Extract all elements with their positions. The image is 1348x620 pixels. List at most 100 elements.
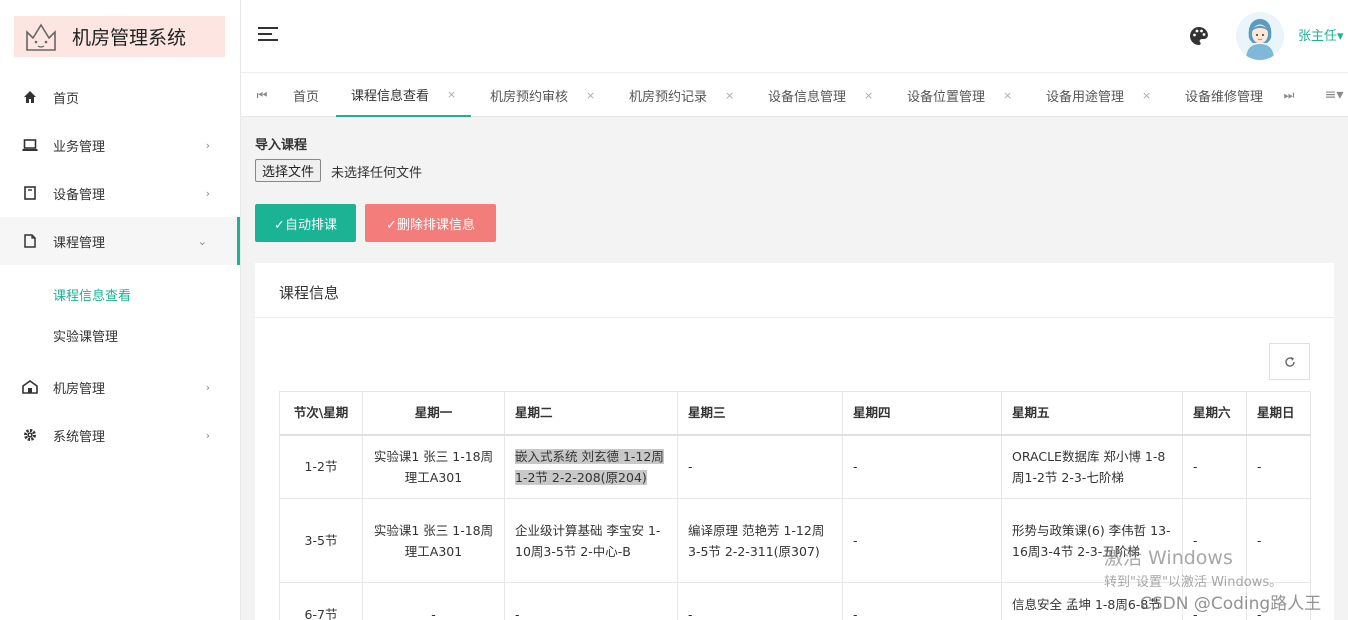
table-cell: -	[504, 582, 678, 620]
chevron-right-icon: ›	[205, 186, 210, 200]
table-cell: 3-5节	[279, 498, 363, 583]
table-cell: 实验课1 张三 1-18周 理工A301	[362, 434, 505, 499]
table-cell: -	[1246, 582, 1311, 620]
table-cell: 形势与政策课(6) 李伟哲 13-16周3-4节 2-3-五阶梯	[1001, 498, 1183, 583]
schedule-table: 节次\星期 星期一 星期二 星期三 星期四 星期五 星期六 星期日 1-2节 实…	[279, 391, 1311, 620]
table-cell: -	[842, 582, 1002, 620]
delete-schedule-button[interactable]: ✓删除排课信息	[365, 204, 496, 242]
refresh-icon	[1284, 356, 1295, 367]
column-header[interactable]: 节次\星期	[279, 391, 363, 436]
sidebar-item-label: 系统管理	[53, 429, 106, 445]
close-icon[interactable]: ×	[1003, 89, 1012, 102]
import-course-label: 导入课程	[255, 138, 308, 153]
table-cell: -	[1246, 498, 1311, 583]
sidebar-item-lab-rooms[interactable]: 机房管理 ›	[0, 363, 240, 411]
table-cell: ORACLE数据库 郑小博 1-8周1-2节 2-3-七阶梯	[1001, 434, 1183, 499]
palette-icon[interactable]	[1189, 26, 1209, 46]
table-cell: 1-2节	[279, 434, 363, 499]
tab-label: 机房预约记录	[629, 89, 708, 105]
close-icon[interactable]: ×	[725, 89, 734, 102]
building-icon	[22, 379, 38, 395]
user-avatar[interactable]	[1236, 12, 1284, 60]
close-icon[interactable]: ×	[1142, 89, 1151, 102]
column-header[interactable]: 星期日	[1246, 391, 1311, 436]
table-cell: 企业级计算基础 李宝安 1-10周3-5节 2-中心-B	[504, 498, 678, 583]
sidebar-item-system[interactable]: 系统管理 ›	[0, 411, 240, 459]
tab-device-info[interactable]: 设备信息管理 ×	[768, 73, 873, 117]
chevron-right-icon: ›	[205, 138, 210, 152]
selected-text: 嵌入式系统 刘玄德 1-12周1-2节 2-2-208(原204)	[515, 448, 664, 485]
tab-bar: ⏮ 首页 课程信息查看 × 机房预约审核 × 机房预约记录 × 设备信息管理 ×…	[241, 72, 1348, 117]
close-icon[interactable]: ×	[447, 88, 456, 101]
table-row: 3-5节 实验课1 张三 1-18周 理工A301 企业级计算基础 李宝安 1-…	[279, 498, 1311, 583]
table-cell: -	[362, 582, 505, 620]
tab-device-usage[interactable]: 设备用途管理 ×	[1046, 73, 1151, 117]
file-icon	[22, 233, 38, 249]
choose-file-button[interactable]: 选择文件	[255, 159, 322, 182]
close-icon[interactable]: ×	[864, 89, 873, 102]
sidebar-item-home[interactable]: 首页	[0, 73, 240, 121]
auto-schedule-button[interactable]: ✓自动排课	[255, 204, 356, 242]
column-header[interactable]: 星期二	[504, 391, 678, 436]
sidebar-subitem-course-info[interactable]: 课程信息查看	[0, 274, 240, 314]
table-cell: 6-7节	[279, 582, 363, 620]
tab-room-booking-review[interactable]: 机房预约审核 ×	[490, 73, 595, 117]
sidebar-subitem-lab-courses[interactable]: 实验课管理	[0, 315, 240, 355]
app-logo[interactable]: 机房管理系统	[14, 16, 225, 57]
tab-home[interactable]: 首页	[293, 73, 319, 117]
column-header[interactable]: 星期一	[362, 391, 505, 436]
chevron-down-icon: ⌄	[197, 234, 207, 248]
tab-label: 首页	[293, 89, 320, 105]
table-cell: -	[677, 434, 843, 499]
sidebar-item-devices[interactable]: 设备管理 ›	[0, 169, 240, 217]
table-cell: -	[1182, 498, 1247, 583]
tab-label: 设备维修管理	[1185, 89, 1264, 105]
refresh-button[interactable]	[1269, 343, 1310, 380]
sidebar-item-label: 业务管理	[53, 139, 106, 155]
table-cell: -	[1246, 434, 1311, 499]
tab-device-location[interactable]: 设备位置管理 ×	[907, 73, 1012, 117]
table-cell: -	[842, 434, 1002, 499]
column-header[interactable]: 星期三	[677, 391, 843, 436]
table-cell: 实验课1 张三 1-18周 理工A301	[362, 498, 505, 583]
tab-scroll-right-icon[interactable]: ⏭	[1274, 73, 1304, 117]
column-header[interactable]: 星期四	[842, 391, 1002, 436]
tab-course-info[interactable]: 课程信息查看 ×	[336, 73, 472, 117]
sidebar-item-business[interactable]: 业务管理 ›	[0, 121, 240, 169]
crown-logo-icon	[26, 22, 56, 51]
table-cell: -	[1182, 582, 1247, 620]
column-header[interactable]: 星期五	[1001, 391, 1183, 436]
tab-label: 设备用途管理	[1046, 89, 1125, 105]
column-header[interactable]: 星期六	[1182, 391, 1247, 436]
tab-room-booking-records[interactable]: 机房预约记录 ×	[629, 73, 734, 117]
laptop-icon	[22, 137, 38, 153]
table-cell: -	[842, 498, 1002, 583]
hamburger-menu-icon[interactable]	[258, 26, 278, 42]
table-row: 1-2节 实验课1 张三 1-18周 理工A301 嵌入式系统 刘玄德 1-12…	[279, 434, 1311, 499]
app-title: 机房管理系统	[72, 27, 187, 49]
gear-icon	[22, 427, 38, 443]
table-header-row: 节次\星期 星期一 星期二 星期三 星期四 星期五 星期六 星期日	[279, 391, 1311, 436]
main-content: 导入课程 选择文件 未选择任何文件 ✓自动排课 ✓删除排课信息 课程信息 节次\…	[241, 117, 1348, 620]
divider	[255, 317, 1334, 318]
topbar: 张主任▾	[241, 0, 1348, 72]
device-icon	[22, 185, 38, 201]
table-cell: -	[1182, 434, 1247, 499]
sidebar-item-courses[interactable]: 课程管理 ⌄	[0, 217, 240, 265]
table-cell: 嵌入式系统 刘玄德 1-12周1-2节 2-2-208(原204)	[504, 434, 678, 499]
table-cell: 信息安全 孟坤 1-8周6-8节 2-3-303	[1001, 582, 1183, 620]
sidebar: 机房管理系统 首页 业务管理 › 设备管理 › 课程管理 ⌄ 课程信息查看 实验…	[0, 0, 241, 620]
tab-scroll-left-icon[interactable]: ⏮	[247, 73, 277, 117]
sidebar-item-label: 设备管理	[53, 187, 106, 203]
table-cell: 编译原理 范艳芳 1-12周3-5节 2-2-311(原307)	[677, 498, 843, 583]
chevron-right-icon: ›	[205, 428, 210, 442]
tab-label: 设备位置管理	[907, 89, 986, 105]
tab-menu-icon[interactable]: ≡▾	[1319, 73, 1348, 117]
file-status-text: 未选择任何文件	[331, 166, 423, 181]
tab-label: 课程信息查看	[351, 88, 430, 104]
tab-device-repair[interactable]: 设备维修管理	[1185, 73, 1263, 117]
close-icon[interactable]: ×	[586, 89, 595, 102]
username-dropdown[interactable]: 张主任▾	[1298, 25, 1344, 44]
home-icon	[22, 89, 38, 105]
course-info-panel: 课程信息 节次\星期 星期一 星期二 星期三 星期四 星期五 星期六 星期日 1…	[255, 263, 1334, 620]
